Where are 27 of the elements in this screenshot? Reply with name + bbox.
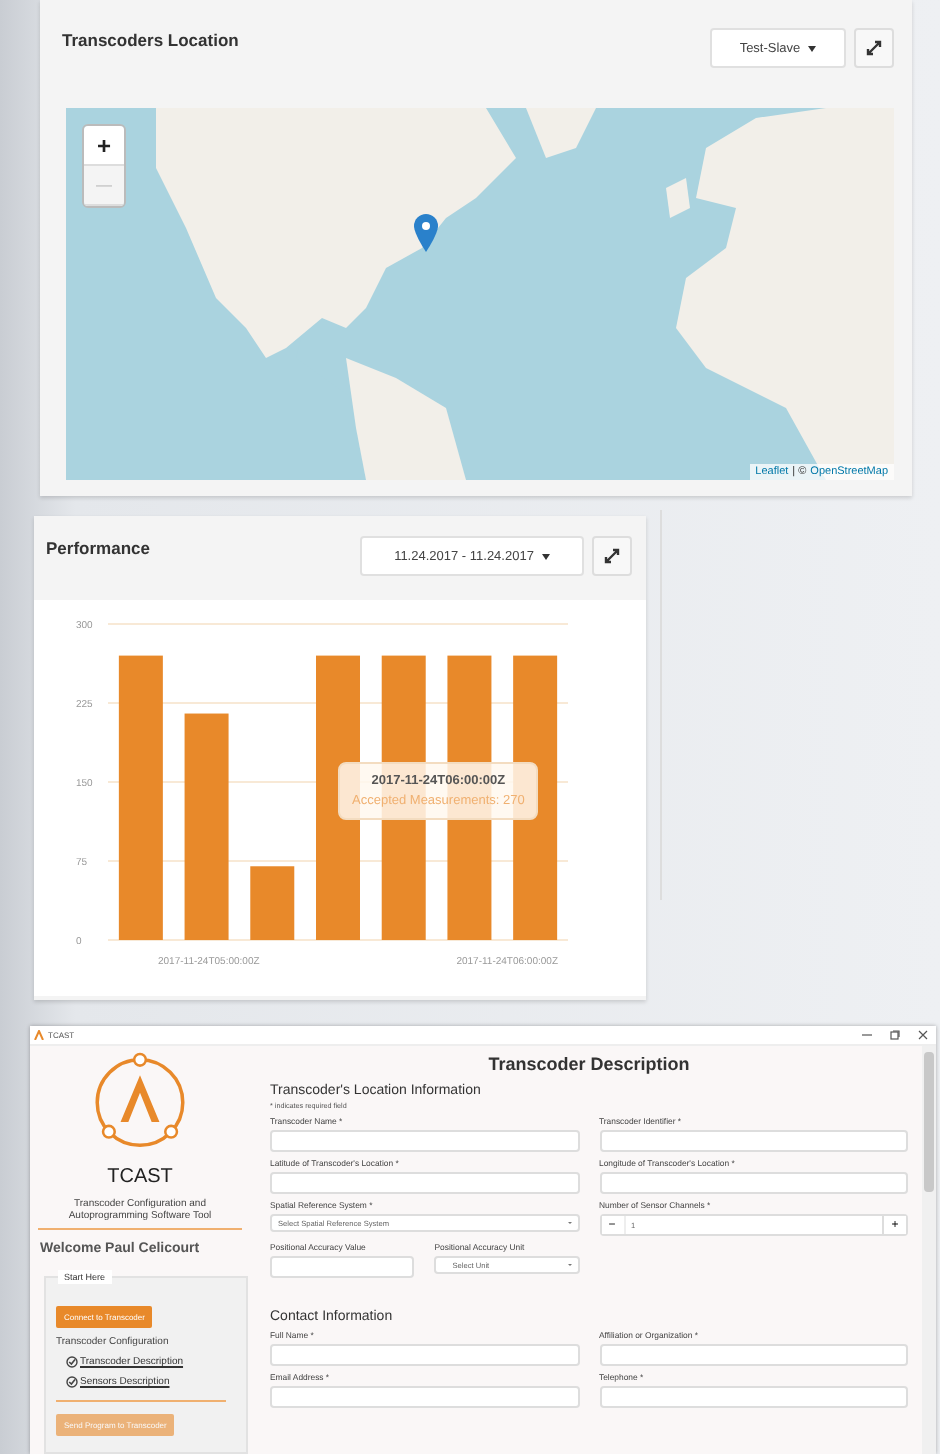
restore-icon[interactable] [890, 1030, 900, 1040]
close-icon[interactable] [918, 1030, 928, 1040]
chart-bar[interactable] [184, 713, 229, 940]
input-field[interactable] [599, 1130, 908, 1152]
expand-icon [604, 548, 620, 564]
input-field[interactable] [599, 1344, 908, 1366]
app-name: TCAST [107, 1165, 173, 1187]
minimize-icon[interactable] [862, 1030, 872, 1040]
chart-bar[interactable] [118, 655, 163, 940]
input-field[interactable] [270, 1386, 579, 1408]
scrollbar-thumb[interactable] [924, 1052, 934, 1192]
card-title: Transcoders Location [62, 28, 239, 50]
map-pin-icon[interactable] [414, 214, 438, 252]
form-title: Transcoder Description [488, 1054, 690, 1074]
expand-button[interactable] [592, 536, 632, 576]
input-field[interactable] [270, 1172, 579, 1194]
app-logo-icon [34, 1030, 44, 1040]
input-field[interactable] [599, 1386, 908, 1408]
chart-bar[interactable] [250, 866, 295, 940]
card-title: Performance [46, 536, 150, 558]
input-field[interactable] [270, 1256, 415, 1278]
expand-icon [866, 40, 882, 56]
zoom-in-button[interactable]: + [84, 126, 124, 166]
expand-button[interactable] [854, 28, 894, 68]
input-field[interactable] [270, 1130, 579, 1152]
input-field[interactable] [270, 1344, 579, 1366]
input-field[interactable] [599, 1172, 908, 1194]
